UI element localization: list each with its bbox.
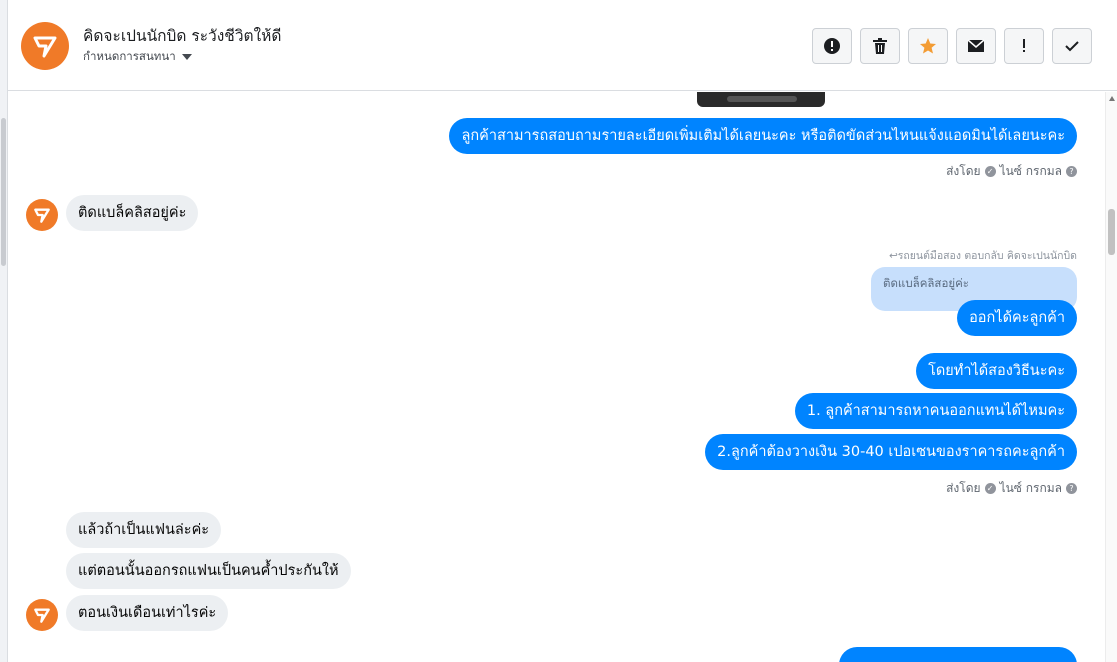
trash-icon: [873, 38, 887, 54]
exclamation-icon: [1023, 39, 1025, 52]
check-icon: [1065, 41, 1079, 52]
outgoing-message: โดยทำได้สองวิธีนะคะ: [916, 353, 1077, 389]
sent-by-info: ส่งโดย ✓ ไนซ์ กรกมล ?: [946, 162, 1077, 181]
outgoing-message-partial: [839, 647, 1077, 662]
conversation-toolbar: [812, 28, 1092, 64]
message-thread[interactable]: ลูกค้าสามารถสอบถามรายละเอียดเพิ่มเติมได้…: [8, 92, 1105, 662]
brand-logo-icon: [34, 608, 50, 623]
thread-scrollbar-thumb[interactable]: [1108, 209, 1115, 255]
important-button[interactable]: [1004, 28, 1044, 64]
outgoing-message: 1. ลูกค้าสามารถหาคนออกแทนได้ไหมคะ: [794, 393, 1077, 429]
delete-button[interactable]: [860, 28, 900, 64]
conversation-settings-dropdown[interactable]: กำหนดการสนทนา: [83, 48, 192, 66]
help-icon[interactable]: ?: [1066, 166, 1077, 177]
sender-name: ไนซ์ กรกมล: [999, 481, 1062, 495]
sent-by-info: ส่งโดย ✓ ไนซ์ กรกมล ?: [946, 479, 1077, 498]
thread-scrollbar[interactable]: [1105, 92, 1117, 662]
sent-by-label: ส่งโดย: [946, 164, 981, 178]
sent-by-label: ส่งโดย: [946, 481, 981, 495]
outgoing-message: ลูกค้าสามารถสอบถามรายละเอียดเพิ่มเติมได้…: [449, 118, 1077, 154]
conversation-settings-label: กำหนดการสนทนา: [83, 49, 176, 63]
conversation-title: คิดจะเปนนักบิด ระวังชีวิตให้ดี: [83, 27, 282, 45]
caret-down-icon: [181, 54, 192, 60]
customer-avatar: [26, 199, 58, 231]
brand-logo-icon: [33, 36, 57, 58]
incoming-message: แต่ตอนนั้นออกรถแฟนเป็นคนค้ำประกันให้: [66, 553, 351, 589]
help-icon[interactable]: ?: [1066, 483, 1077, 494]
star-button[interactable]: [908, 28, 948, 64]
reply-context-note: ↩รถยนต์มือสอง ตอบกลับ คิดจะเปนนักบิด: [888, 250, 1077, 262]
page-icon: ✓: [984, 166, 996, 177]
incoming-message: แล้วถ้าเป็นแฟนล่ะค่ะ: [66, 512, 222, 548]
left-scrollbar-thumb[interactable]: [1, 118, 6, 266]
brand-logo-icon: [34, 208, 50, 223]
scroll-up-arrow-icon[interactable]: [1109, 96, 1115, 101]
page-icon: ✓: [984, 483, 996, 494]
mail-button[interactable]: [956, 28, 996, 64]
alert-button[interactable]: [812, 28, 852, 64]
customer-avatar: [26, 599, 58, 631]
attached-image[interactable]: [697, 92, 825, 107]
left-panel-edge: [0, 0, 8, 662]
star-icon: [920, 38, 936, 54]
envelope-icon: [967, 39, 985, 52]
outgoing-message: ออกได้คะลูกค้า: [957, 300, 1077, 336]
page-avatar: [21, 22, 69, 70]
conversation-header: คิดจะเปนนักบิด ระวังชีวิตให้ดี กำหนดการส…: [8, 0, 1117, 91]
done-button[interactable]: [1052, 28, 1092, 64]
incoming-message: ติดแบล็คลิสอยู่ค่ะ: [66, 195, 199, 231]
sender-name: ไนซ์ กรกมล: [999, 164, 1062, 178]
outgoing-message: 2.ลูกค้าต้องวางเงิน 30-40 เปอเซนของราคาร…: [705, 434, 1077, 470]
exclamation-circle-icon: [824, 38, 840, 54]
incoming-message: ตอนเงินเดือนเท่าไรค่ะ: [66, 595, 229, 631]
